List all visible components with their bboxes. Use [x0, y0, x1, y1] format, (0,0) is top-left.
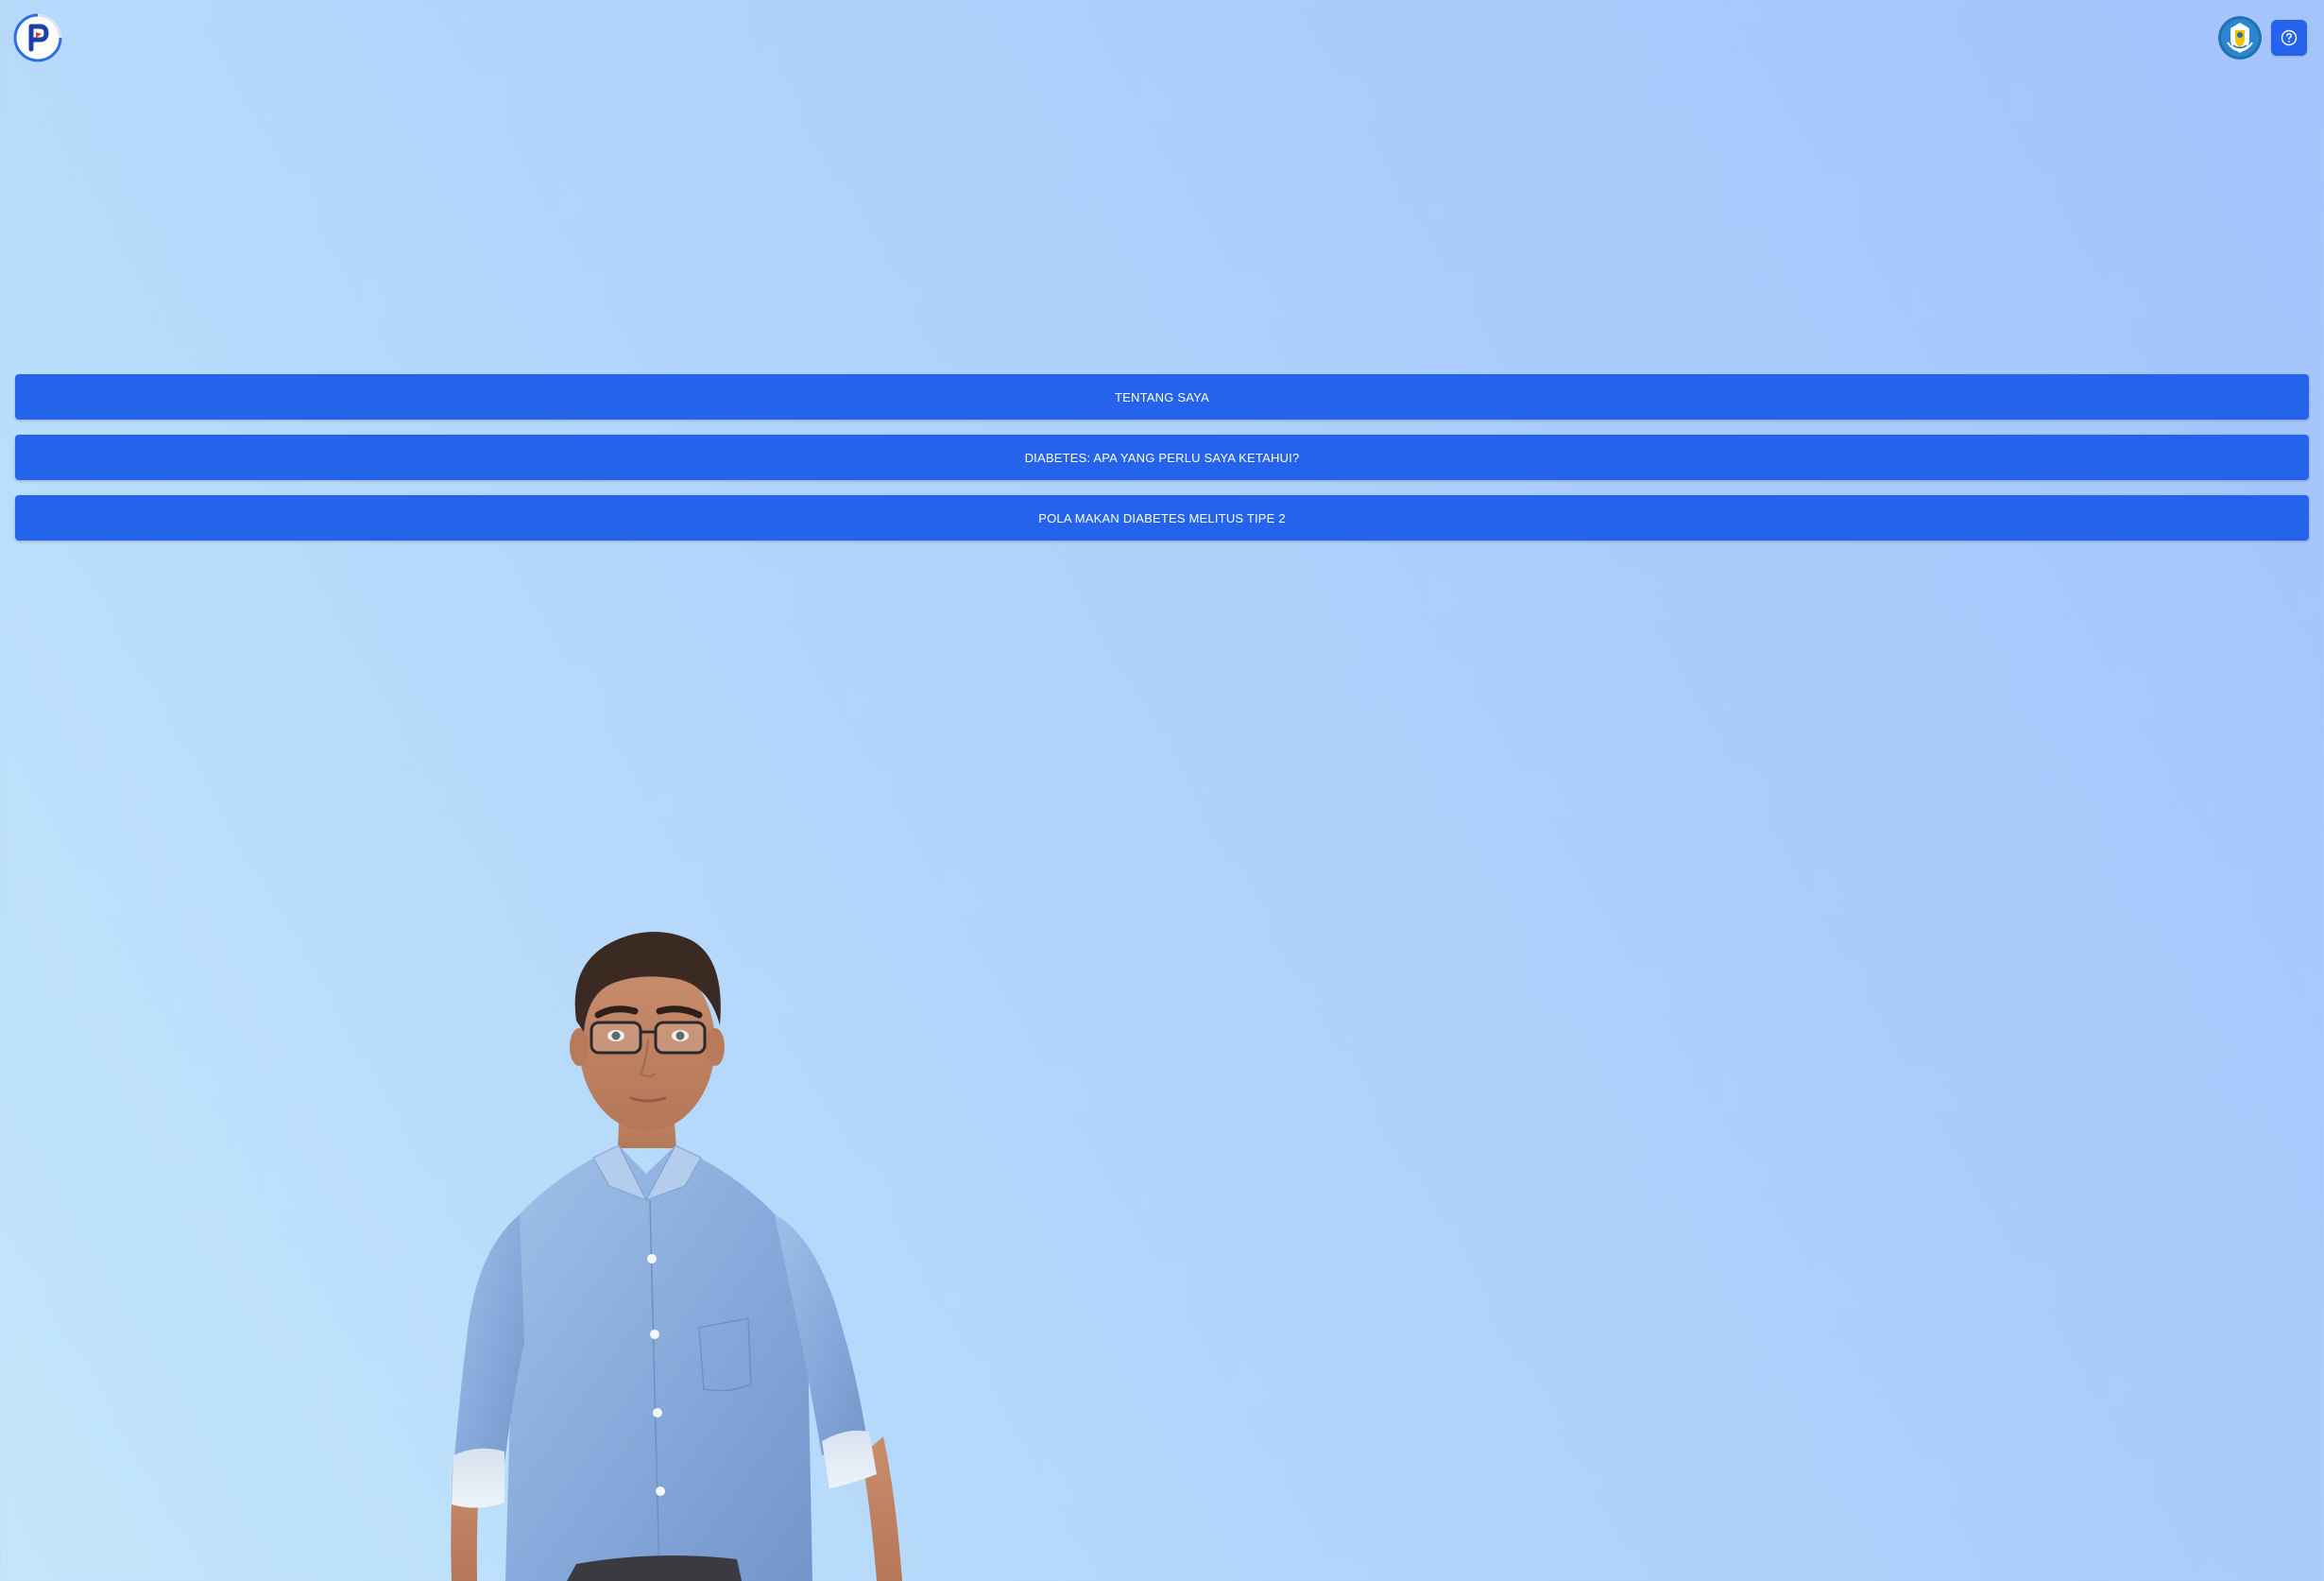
- app-logo[interactable]: [13, 13, 62, 62]
- question-circle-icon: [2281, 29, 2298, 46]
- menu-button-tentang-saya[interactable]: TENTANG SAYA: [15, 374, 2309, 420]
- menu-button-diabetes-info[interactable]: DIABETES: APA YANG PERLU SAYA KETAHUI?: [15, 435, 2309, 480]
- avatar-character: [425, 926, 916, 1581]
- ministry-emblem: [2218, 16, 2262, 60]
- menu-button-pola-makan[interactable]: POLA MAKAN DIABETES MELITUS TIPE 2: [15, 495, 2309, 541]
- tut-wuri-handayani-emblem-icon: [2218, 16, 2262, 60]
- p-logo-icon: [13, 13, 62, 62]
- help-button[interactable]: [2271, 20, 2307, 56]
- header-actions: [2218, 16, 2307, 60]
- main-menu: TENTANG SAYA DIABETES: APA YANG PERLU SA…: [15, 374, 2309, 541]
